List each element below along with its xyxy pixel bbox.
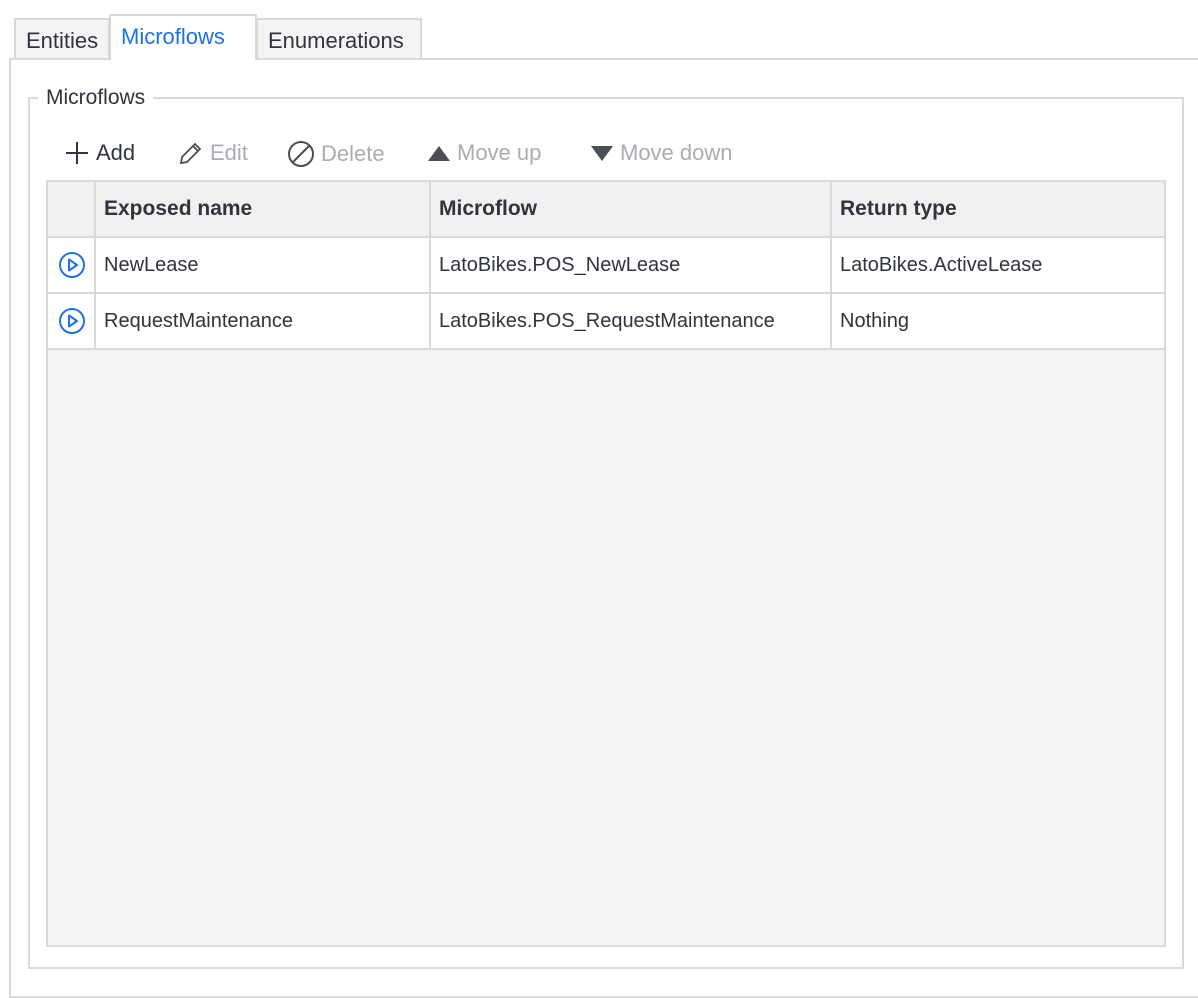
exposed-name-cell: NewLease [94,238,430,292]
icon-cell [48,238,96,292]
play-circle-icon [59,252,85,278]
microflow-cell: LatoBikes.POS_RequestMaintenance [429,294,831,348]
triangle-up-icon [428,146,450,161]
move-up-button[interactable]: Move up [427,140,541,166]
edit-label: Edit [210,140,248,165]
microflow-cell: LatoBikes.POS_NewLease [429,238,831,292]
move-up-label: Move up [457,140,542,165]
play-circle-icon [59,308,85,334]
add-button[interactable]: Add [64,140,135,166]
header-microflow[interactable]: Microflow [429,182,831,236]
tab-microflows[interactable]: Microflows [109,14,257,60]
delete-label: Delete [321,141,385,166]
table-row[interactable]: RequestMaintenance LatoBikes.POS_Request… [48,294,1164,350]
header-exposed-name[interactable]: Exposed name [94,182,430,236]
header-return-type[interactable]: Return type [830,182,1164,236]
return-type-cell: Nothing [830,294,1164,348]
tab-entities[interactable]: Entities [14,18,110,59]
return-type-cell: LatoBikes.ActiveLease [830,238,1164,292]
add-label: Add [96,140,136,165]
pencil-icon [179,142,202,165]
header-icon-cell [48,182,96,236]
icon-cell [48,294,96,348]
table-header: Exposed name Microflow Return type [48,182,1164,238]
tab-enumerations[interactable]: Enumerations [256,18,422,59]
table-row[interactable]: NewLease LatoBikes.POS_NewLease LatoBike… [48,238,1164,294]
move-down-button[interactable]: Move down [590,140,733,166]
plus-icon [66,142,88,164]
group-title: Microflows [38,86,154,110]
exposed-name-cell: RequestMaintenance [94,294,430,348]
move-down-label: Move down [620,140,733,165]
triangle-down-icon [591,146,613,161]
delete-button[interactable]: Delete [287,140,385,168]
microflows-table: Exposed name Microflow Return type NewLe… [46,180,1166,947]
prohibit-icon [288,141,314,167]
edit-button[interactable]: Edit [178,140,248,166]
